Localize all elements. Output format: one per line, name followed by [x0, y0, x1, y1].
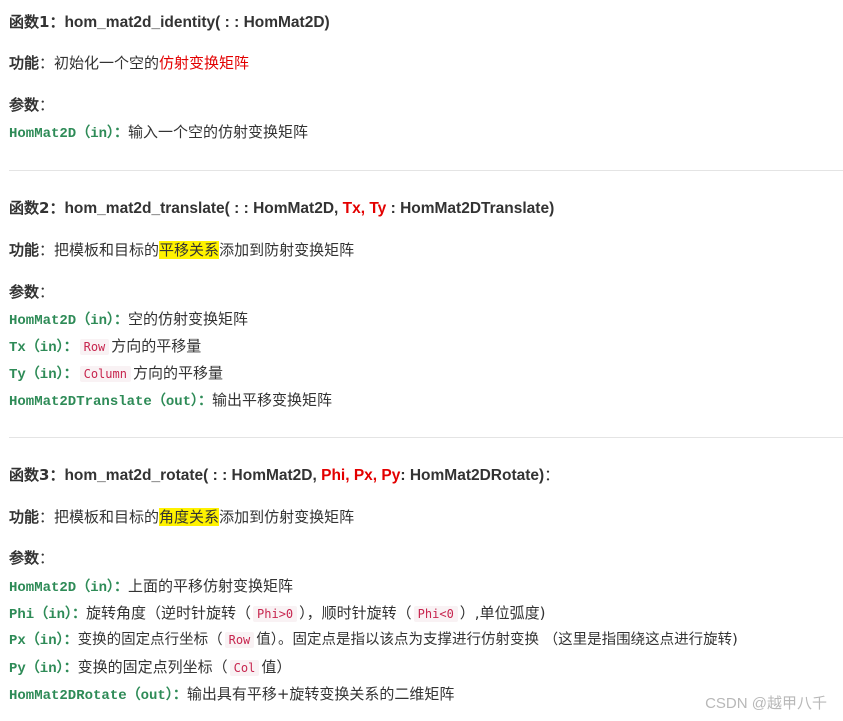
params-label: 参数 — [9, 96, 40, 114]
function-highlight: 角度关系 — [159, 508, 220, 526]
param-desc: 输出平移变换矩阵 — [212, 391, 333, 409]
function-red-text: 仿射变换矩阵 — [159, 54, 250, 72]
param-row: HomMat2D（in）：上面的平移仿射变换矩阵 — [9, 576, 293, 598]
param-row: Py（in）：变换的固定点列坐标（ Col 值） — [9, 657, 291, 679]
watermark: CSDN @越甲八千 — [705, 695, 827, 712]
function-1-params-label: 参数： — [9, 95, 54, 115]
param-name: HomMat2D（in）： — [9, 580, 129, 596]
param-name: Tx（in）： — [9, 340, 78, 356]
param-row: HomMat2D（in）：输入一个空的仿射变换矩阵 — [9, 122, 308, 144]
param-row: Tx（in）： Row 方向的平移量 — [9, 336, 201, 358]
param-row: Ty（in）： Column 方向的平移量 — [9, 363, 223, 385]
param-row: Phi（in）：旋转角度（逆时针旋转（ Phi>0 ），顺时针旋转（ Phi<0 ）,单… — [9, 603, 545, 625]
heading-signature: hom_mat2d_identity( : : HomMat2D) — [64, 14, 330, 31]
function-1-description: 功能：初始化一个空的仿射变换矩阵 — [9, 53, 249, 73]
inline-code: Column — [79, 366, 131, 382]
heading-sep: ： — [49, 466, 65, 484]
label-sep: ： — [39, 54, 55, 72]
param-desc: 上面的平移仿射变换矩阵 — [128, 577, 294, 595]
param-desc-c: ）,单位弧度) — [459, 604, 546, 622]
heading-signature-b: : HomMat2DTranslate) — [386, 200, 555, 217]
params-label: 参数 — [9, 283, 40, 301]
function-3-description: 功能：把模板和目标的角度关系添加到仿射变换矩阵 — [9, 507, 354, 527]
heading-signature-red: Phi, Px, Py — [321, 467, 401, 484]
function-highlight: 平移关系 — [159, 241, 220, 259]
param-row: HomMat2DTranslate（out）：输出平移变换矩阵 — [9, 390, 332, 412]
inline-code: Phi>0 — [253, 606, 298, 622]
param-name: Ty（in）： — [9, 367, 78, 383]
param-name: Py（in）： — [9, 661, 78, 677]
param-desc-b: ），顺时针旋转（ — [299, 604, 412, 622]
function-2-heading: 函数2：hom_mat2d_translate( : : HomMat2D, T… — [9, 198, 554, 219]
param-desc: 方向的平移量 — [132, 364, 223, 382]
section-divider — [9, 437, 843, 438]
function-3-params-label: 参数： — [9, 548, 54, 568]
label-sep: ： — [39, 241, 55, 259]
param-name: Px（in）： — [9, 633, 78, 649]
param-row: HomMat2DRotate（out）：输出具有平移+旋转变换关系的二维矩阵 — [9, 684, 454, 706]
inline-code: Phi<0 — [413, 606, 458, 622]
heading-prefix: 函数3 — [9, 466, 50, 484]
param-row: HomMat2D（in）：空的仿射变换矩阵 — [9, 309, 248, 331]
heading-prefix: 函数1 — [9, 13, 50, 31]
param-name: HomMat2DTranslate（out）： — [9, 394, 213, 410]
inline-code: Row — [79, 339, 110, 355]
function-text: 初始化一个空的 — [54, 54, 160, 72]
param-desc: 输入一个空的仿射变换矩阵 — [128, 123, 309, 141]
function-text-b: 添加到防射变换矩阵 — [219, 241, 355, 259]
param-name: HomMat2DRotate（out）： — [9, 688, 187, 704]
function-text: 把模板和目标的 — [54, 508, 160, 526]
label-sep: ： — [39, 283, 55, 301]
heading-sep: ： — [49, 13, 65, 31]
params-label: 参数 — [9, 549, 40, 567]
heading-signature-red: Tx, Ty — [342, 200, 387, 217]
param-desc-b: 值）。固定点是指以该点为支撑进行仿射变换 （这里是指围绕这点进行旋转) — [256, 632, 738, 648]
param-desc: 输出具有平移+旋转变换关系的二维矩阵 — [186, 685, 455, 703]
function-text-b: 添加到仿射变换矩阵 — [219, 508, 355, 526]
heading-tail: ： — [544, 466, 560, 484]
heading-signature-a: hom_mat2d_translate( : : HomMat2D, — [64, 200, 343, 217]
param-name: HomMat2D（in）： — [9, 126, 129, 142]
function-text: 把模板和目标的 — [54, 241, 160, 259]
param-desc: 变换的固定点列坐标（ — [77, 658, 228, 676]
inline-code: Col — [229, 660, 260, 676]
param-name: HomMat2D（in）： — [9, 313, 129, 329]
inline-code: Row — [224, 632, 255, 648]
param-desc: 方向的平移量 — [111, 337, 202, 355]
function-2-description: 功能：把模板和目标的平移关系添加到防射变换矩阵 — [9, 240, 354, 260]
heading-prefix: 函数2 — [9, 199, 50, 217]
param-desc: 变换的固定点行坐标（ — [77, 632, 223, 648]
function-3-heading: 函数3：hom_mat2d_rotate( : : HomMat2D, Phi,… — [9, 465, 559, 486]
function-label: 功能 — [9, 54, 40, 72]
function-label: 功能 — [9, 508, 40, 526]
param-name: Phi（in）： — [9, 607, 87, 623]
heading-sep: ： — [49, 199, 65, 217]
param-desc: 空的仿射变换矩阵 — [128, 310, 249, 328]
function-2-params-label: 参数： — [9, 282, 54, 302]
section-divider — [9, 170, 843, 171]
heading-signature-a: hom_mat2d_rotate( : : HomMat2D, — [64, 467, 322, 484]
param-row: Px（in）：变换的固定点行坐标（ Row 值）。固定点是指以该点为支撑进行仿射变换… — [9, 630, 738, 651]
function-1-heading: 函数1：hom_mat2d_identity( : : HomMat2D) — [9, 12, 330, 33]
label-sep: ： — [39, 508, 55, 526]
function-label: 功能 — [9, 241, 40, 259]
param-desc-b: 值） — [261, 658, 292, 676]
param-desc: 旋转角度（逆时针旋转（ — [86, 604, 252, 622]
heading-signature-b: : HomMat2DRotate) — [400, 467, 545, 484]
label-sep: ： — [39, 96, 55, 114]
article-body: 函数1：hom_mat2d_identity( : : HomMat2D) 功能… — [0, 0, 843, 721]
label-sep: ： — [39, 549, 55, 567]
